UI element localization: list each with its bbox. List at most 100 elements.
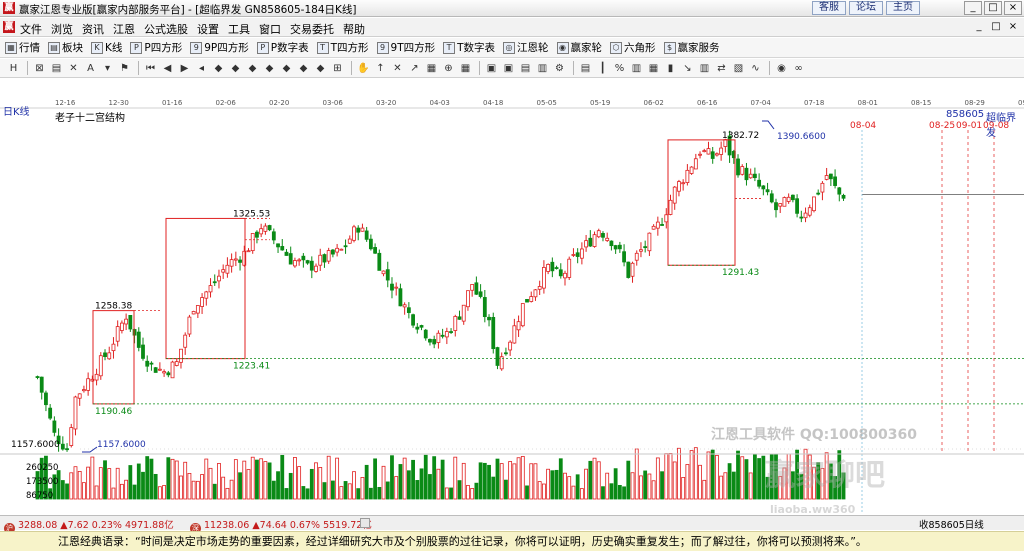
candle-body <box>567 258 572 278</box>
flag-icon[interactable]: ⚑ <box>117 61 132 76</box>
hand-icon[interactable]: ✋ <box>356 61 371 76</box>
volume-bar <box>449 487 453 500</box>
candle-body <box>655 221 660 229</box>
cursor-tool-icon[interactable]: H <box>6 61 21 76</box>
link-home[interactable]: 主页 <box>886 1 920 15</box>
compare-icon[interactable]: ⇄ <box>714 61 729 76</box>
print-icon[interactable]: ▥ <box>535 61 550 76</box>
link-service[interactable]: 客服 <box>812 1 846 15</box>
volume-bar <box>69 472 74 500</box>
volume-bar <box>558 458 563 500</box>
volume-bar <box>309 468 314 500</box>
toolbar-button-6[interactable]: T T四方形 <box>316 40 369 55</box>
color-icon[interactable]: ◉ <box>774 61 789 76</box>
toolbar-label: K线 <box>105 42 123 54</box>
left-icon[interactable]: ◂ <box>194 61 209 76</box>
toolbar-button-2[interactable]: K K线 <box>91 40 122 55</box>
indicator-icon[interactable]: ▧ <box>731 61 746 76</box>
volume-bar <box>217 463 221 500</box>
maximize-button[interactable]: □ <box>984 1 1002 15</box>
toolbar-button-12[interactable]: $ 赢家服务 <box>663 40 720 55</box>
doc-close-button[interactable]: × <box>1006 20 1020 33</box>
volume-icon[interactable]: ▮ <box>663 61 678 76</box>
bars2-icon[interactable]: ▥ <box>697 61 712 76</box>
candle-body <box>748 173 753 179</box>
dropdown-icon[interactable]: ▾ <box>100 61 115 76</box>
doc-restore-button[interactable]: □ <box>989 20 1003 33</box>
toolbar-button-9[interactable]: ◎ 江恩轮 <box>503 40 549 55</box>
candle-body <box>841 194 846 199</box>
toolbar-button-8[interactable]: T T数字表 <box>443 40 495 55</box>
tools-icon[interactable]: ⚙ <box>552 61 567 76</box>
cross-icon[interactable]: ✕ <box>390 61 405 76</box>
menu-item-3[interactable]: 江恩 <box>113 21 135 37</box>
menu-item-0[interactable]: 文件 <box>20 21 42 37</box>
disk-icon[interactable]: ▣ <box>501 61 516 76</box>
diamond-icon[interactable]: ◆ <box>211 61 226 76</box>
candle-body <box>601 233 605 238</box>
text-icon[interactable]: A <box>83 61 98 76</box>
menu-item-1[interactable]: 浏览 <box>51 21 73 37</box>
menu-item-6[interactable]: 工具 <box>228 21 250 37</box>
diamond5-icon[interactable]: ◆ <box>279 61 294 76</box>
calc-icon[interactable]: ▣ <box>484 61 499 76</box>
volume-bar <box>584 468 588 500</box>
candle-body <box>103 352 107 358</box>
volume-bar <box>115 467 120 500</box>
menu-item-9[interactable]: 帮助 <box>343 21 365 37</box>
stack-icon[interactable]: ▤ <box>578 61 593 76</box>
diamond6-icon[interactable]: ◆ <box>296 61 311 76</box>
toolbar-button-5[interactable]: P P数字表 <box>256 40 309 55</box>
volume-bar <box>575 474 580 500</box>
toolbar-button-1[interactable]: ▤ 板块 <box>48 40 83 55</box>
menu-item-5[interactable]: 设置 <box>197 21 219 37</box>
prev-icon[interactable]: ◀ <box>160 61 175 76</box>
table-icon[interactable]: ▦ <box>458 61 473 76</box>
diamond7-icon[interactable]: ◆ <box>313 61 328 76</box>
zoom-icon[interactable]: ⊕ <box>441 61 456 76</box>
toolbar-button-0[interactable]: ▦ 行情 <box>5 40 40 55</box>
wave-icon[interactable]: ∿ <box>748 61 763 76</box>
candle-body <box>267 225 272 231</box>
close-button[interactable]: × <box>1004 1 1022 15</box>
diamond2-icon[interactable]: ◆ <box>228 61 243 76</box>
bars-icon[interactable]: ▥ <box>629 61 644 76</box>
volume-bar <box>428 474 432 500</box>
menu-item-8[interactable]: 交易委托 <box>290 21 334 37</box>
trend-icon[interactable]: ✕ <box>66 61 81 76</box>
volume-bar <box>191 480 196 500</box>
percent-icon[interactable]: % <box>612 61 627 76</box>
candle-body <box>94 373 99 381</box>
candle-tool-icon[interactable]: ┃ <box>595 61 610 76</box>
menu-item-4[interactable]: 公式选股 <box>144 21 188 37</box>
link-forum[interactable]: 论坛 <box>849 1 883 15</box>
ruler-icon[interactable]: ↗ <box>407 61 422 76</box>
draw-line-icon[interactable]: ⊠ <box>32 61 47 76</box>
stats-icon[interactable]: ▦ <box>646 61 661 76</box>
volume-bar <box>508 461 513 500</box>
status-scroll-button[interactable] <box>360 518 370 528</box>
trend-down-icon[interactable]: ↘ <box>680 61 695 76</box>
arrow-tool-icon[interactable]: ↑ <box>373 61 388 76</box>
first-icon[interactable]: ⏮ <box>143 61 158 76</box>
menu-item-2[interactable]: 资讯 <box>82 21 104 37</box>
doc-minimize-button[interactable]: _ <box>972 20 986 33</box>
toolbar-button-10[interactable]: ◉ 赢家轮 <box>556 40 602 55</box>
chart-period-label[interactable]: 日K线 <box>3 103 30 118</box>
volume-bar <box>166 457 171 500</box>
infinity-icon[interactable]: ∞ <box>791 61 806 76</box>
book-icon[interactable]: ▦ <box>424 61 439 76</box>
diamond4-icon[interactable]: ◆ <box>262 61 277 76</box>
chart-icon[interactable]: ▤ <box>49 61 64 76</box>
grid-tool-icon[interactable]: ⊞ <box>330 61 345 76</box>
toolbar-button-3[interactable]: P P四方形 <box>130 40 182 55</box>
play-icon[interactable]: ▶ <box>177 61 192 76</box>
menu-item-7[interactable]: 窗口 <box>259 21 281 37</box>
price-label-low-1: 1157.6000 <box>97 440 146 450</box>
minimize-button[interactable]: _ <box>964 1 982 15</box>
diamond3-icon[interactable]: ◆ <box>245 61 260 76</box>
panel-icon[interactable]: ▤ <box>518 61 533 76</box>
toolbar-button-4[interactable]: 9 9P四方形 <box>190 40 249 55</box>
toolbar-button-7[interactable]: 9 9T四方形 <box>376 40 435 55</box>
toolbar-button-11[interactable]: ⬡ 六角形 <box>610 40 656 55</box>
